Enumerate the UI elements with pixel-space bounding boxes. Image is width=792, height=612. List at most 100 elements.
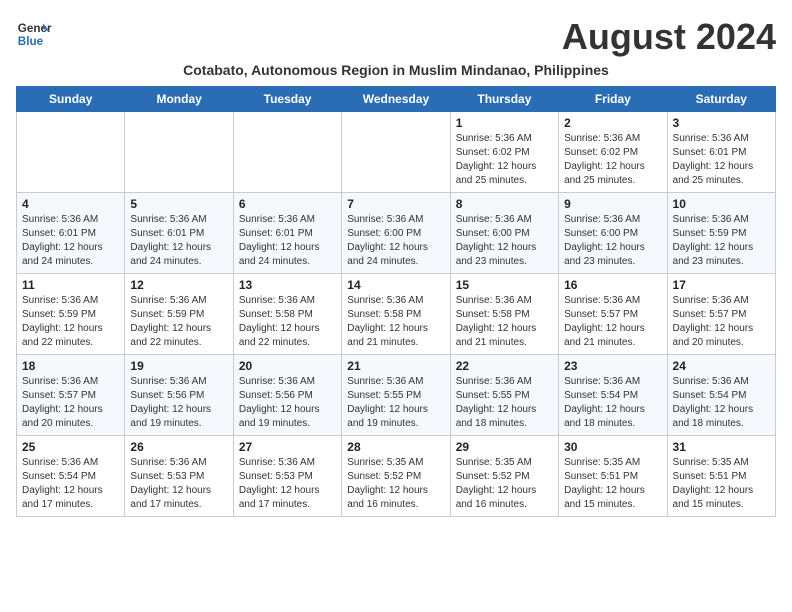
week-row-1: 1 Sunrise: 5:36 AM Sunset: 6:02 PM Daylig…: [17, 112, 776, 193]
day-info: Sunrise: 5:36 AM Sunset: 6:02 PM Dayligh…: [564, 132, 661, 188]
day-number: 14: [347, 278, 444, 292]
day-header-sunday: Sunday: [17, 87, 125, 112]
calendar-cell: [342, 112, 450, 193]
week-row-5: 25 Sunrise: 5:36 AM Sunset: 5:54 PM Dayli…: [17, 436, 776, 517]
day-number: 9: [564, 197, 661, 211]
day-header-wednesday: Wednesday: [342, 87, 450, 112]
day-info: Sunrise: 5:36 AM Sunset: 6:01 PM Dayligh…: [239, 213, 336, 269]
day-number: 17: [673, 278, 770, 292]
day-info: Sunrise: 5:36 AM Sunset: 6:01 PM Dayligh…: [130, 213, 227, 269]
calendar-cell: 19Sunrise: 5:36 AM Sunset: 5:56 PM Dayli…: [125, 355, 233, 436]
day-number: 6: [239, 197, 336, 211]
calendar-cell: 4 Sunrise: 5:36 AM Sunset: 6:01 PM Daylig…: [17, 193, 125, 274]
day-info: Sunrise: 5:36 AM Sunset: 5:57 PM Dayligh…: [673, 294, 770, 350]
day-info: Sunrise: 5:36 AM Sunset: 6:01 PM Dayligh…: [673, 132, 770, 188]
day-number: 13: [239, 278, 336, 292]
day-info: Sunrise: 5:36 AM Sunset: 6:00 PM Dayligh…: [347, 213, 444, 269]
day-info: Sunrise: 5:36 AM Sunset: 6:02 PM Dayligh…: [456, 132, 553, 188]
day-info: Sunrise: 5:36 AM Sunset: 5:54 PM Dayligh…: [22, 456, 119, 512]
calendar-cell: 12 Sunrise: 5:36 AM Sunset: 5:59 PM Dayli…: [125, 274, 233, 355]
calendar-cell: 31 Sunrise: 5:35 AM Sunset: 5:51 PM Dayli…: [667, 436, 775, 517]
day-number: 20: [239, 359, 336, 373]
calendar-table: SundayMondayTuesdayWednesdayThursdayFrid…: [16, 86, 776, 517]
day-header-saturday: Saturday: [667, 87, 775, 112]
week-row-3: 11 Sunrise: 5:36 AM Sunset: 5:59 PM Dayli…: [17, 274, 776, 355]
calendar-cell: 2 Sunrise: 5:36 AM Sunset: 6:02 PM Daylig…: [559, 112, 667, 193]
calendar-cell: 5 Sunrise: 5:36 AM Sunset: 6:01 PM Daylig…: [125, 193, 233, 274]
day-info: Sunrise: 5:36 AM Sunset: 5:53 PM Dayligh…: [239, 456, 336, 512]
day-number: 1: [456, 116, 553, 130]
calendar-cell: 14 Sunrise: 5:36 AM Sunset: 5:58 PM Dayli…: [342, 274, 450, 355]
day-info: Sunrise: 5:36 AM Sunset: 5:58 PM Dayligh…: [456, 294, 553, 350]
calendar-cell: [17, 112, 125, 193]
day-info: Sunrise: 5:36 AM Sunset: 5:55 PM Dayligh…: [347, 375, 444, 431]
day-number: 18: [22, 359, 119, 373]
day-info: Sunrise: 5:36 AM Sunset: 5:57 PM Dayligh…: [22, 375, 119, 431]
page-subtitle: Cotabato, Autonomous Region in Muslim Mi…: [16, 62, 776, 78]
calendar-cell: 17 Sunrise: 5:36 AM Sunset: 5:57 PM Dayli…: [667, 274, 775, 355]
day-number: 26: [130, 440, 227, 454]
svg-text:Blue: Blue: [18, 35, 44, 48]
calendar-cell: 27 Sunrise: 5:36 AM Sunset: 5:53 PM Dayli…: [233, 436, 341, 517]
day-info: Sunrise: 5:36 AM Sunset: 5:58 PM Dayligh…: [347, 294, 444, 350]
day-number: 2: [564, 116, 661, 130]
logo: General Blue: [16, 16, 52, 52]
day-number: 22: [456, 359, 553, 373]
calendar-cell: 7 Sunrise: 5:36 AM Sunset: 6:00 PM Daylig…: [342, 193, 450, 274]
day-info: Sunrise: 5:36 AM Sunset: 5:55 PM Dayligh…: [456, 375, 553, 431]
day-info: Sunrise: 5:35 AM Sunset: 5:51 PM Dayligh…: [673, 456, 770, 512]
calendar-cell: 18 Sunrise: 5:36 AM Sunset: 5:57 PM Dayli…: [17, 355, 125, 436]
day-number: 25: [22, 440, 119, 454]
day-number: 11: [22, 278, 119, 292]
calendar-cell: 3Sunrise: 5:36 AM Sunset: 6:01 PM Daylig…: [667, 112, 775, 193]
day-info: Sunrise: 5:36 AM Sunset: 5:53 PM Dayligh…: [130, 456, 227, 512]
day-info: Sunrise: 5:35 AM Sunset: 5:52 PM Dayligh…: [347, 456, 444, 512]
day-number: 23: [564, 359, 661, 373]
day-info: Sunrise: 5:36 AM Sunset: 6:01 PM Dayligh…: [22, 213, 119, 269]
day-number: 28: [347, 440, 444, 454]
week-row-2: 4 Sunrise: 5:36 AM Sunset: 6:01 PM Daylig…: [17, 193, 776, 274]
day-info: Sunrise: 5:36 AM Sunset: 5:57 PM Dayligh…: [564, 294, 661, 350]
day-info: Sunrise: 5:36 AM Sunset: 5:59 PM Dayligh…: [130, 294, 227, 350]
calendar-cell: 29 Sunrise: 5:35 AM Sunset: 5:52 PM Dayli…: [450, 436, 558, 517]
day-number: 24: [673, 359, 770, 373]
day-number: 27: [239, 440, 336, 454]
calendar-cell: 1 Sunrise: 5:36 AM Sunset: 6:02 PM Daylig…: [450, 112, 558, 193]
day-number: 5: [130, 197, 227, 211]
day-number: 4: [22, 197, 119, 211]
page-header: General Blue August 2024: [16, 16, 776, 58]
logo-icon: General Blue: [16, 16, 52, 52]
day-header-tuesday: Tuesday: [233, 87, 341, 112]
day-info: Sunrise: 5:36 AM Sunset: 6:00 PM Dayligh…: [564, 213, 661, 269]
day-number: 29: [456, 440, 553, 454]
day-number: 12: [130, 278, 227, 292]
day-number: 15: [456, 278, 553, 292]
calendar-cell: 8 Sunrise: 5:36 AM Sunset: 6:00 PM Daylig…: [450, 193, 558, 274]
calendar-cell: 11 Sunrise: 5:36 AM Sunset: 5:59 PM Dayli…: [17, 274, 125, 355]
calendar-cell: 15 Sunrise: 5:36 AM Sunset: 5:58 PM Dayli…: [450, 274, 558, 355]
calendar-cell: 30Sunrise: 5:35 AM Sunset: 5:51 PM Dayli…: [559, 436, 667, 517]
calendar-cell: 28 Sunrise: 5:35 AM Sunset: 5:52 PM Dayli…: [342, 436, 450, 517]
calendar-cell: 23Sunrise: 5:36 AM Sunset: 5:54 PM Dayli…: [559, 355, 667, 436]
day-header-friday: Friday: [559, 87, 667, 112]
day-number: 10: [673, 197, 770, 211]
calendar-cell: 9 Sunrise: 5:36 AM Sunset: 6:00 PM Daylig…: [559, 193, 667, 274]
calendar-cell: [125, 112, 233, 193]
day-info: Sunrise: 5:36 AM Sunset: 6:00 PM Dayligh…: [456, 213, 553, 269]
day-number: 21: [347, 359, 444, 373]
day-number: 8: [456, 197, 553, 211]
calendar-cell: 16Sunrise: 5:36 AM Sunset: 5:57 PM Dayli…: [559, 274, 667, 355]
day-number: 19: [130, 359, 227, 373]
day-info: Sunrise: 5:36 AM Sunset: 5:54 PM Dayligh…: [673, 375, 770, 431]
day-info: Sunrise: 5:36 AM Sunset: 5:56 PM Dayligh…: [239, 375, 336, 431]
week-row-4: 18 Sunrise: 5:36 AM Sunset: 5:57 PM Dayli…: [17, 355, 776, 436]
day-info: Sunrise: 5:35 AM Sunset: 5:52 PM Dayligh…: [456, 456, 553, 512]
day-header-monday: Monday: [125, 87, 233, 112]
day-header-thursday: Thursday: [450, 87, 558, 112]
calendar-cell: 6 Sunrise: 5:36 AM Sunset: 6:01 PM Daylig…: [233, 193, 341, 274]
day-info: Sunrise: 5:36 AM Sunset: 5:59 PM Dayligh…: [22, 294, 119, 350]
day-number: 31: [673, 440, 770, 454]
day-number: 7: [347, 197, 444, 211]
month-title: August 2024: [562, 16, 776, 58]
calendar-cell: 10Sunrise: 5:36 AM Sunset: 5:59 PM Dayli…: [667, 193, 775, 274]
